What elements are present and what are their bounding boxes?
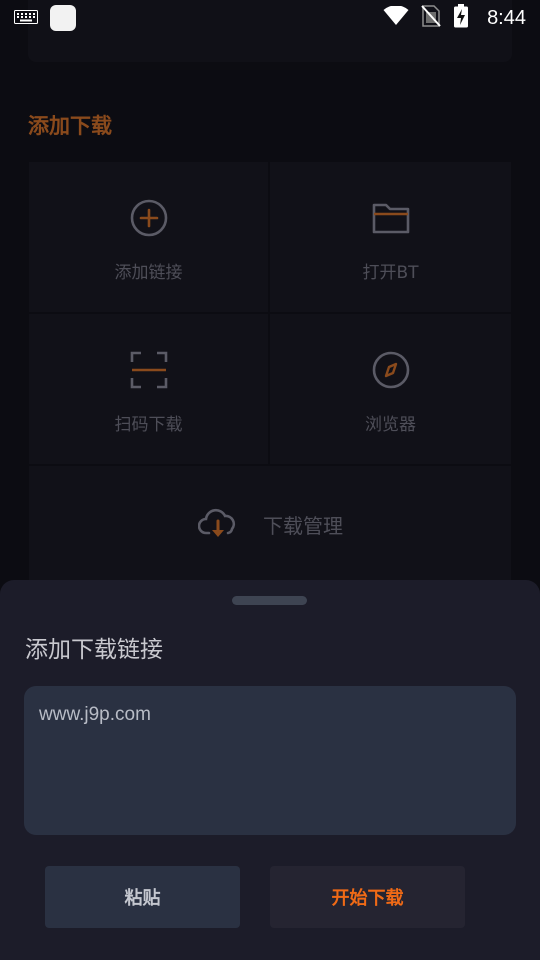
add-link-tile[interactable]: 添加链接 [29,162,268,312]
drag-handle[interactable] [232,596,307,605]
status-left [14,5,76,31]
screen: 添加下载 添加链接 打开BT 扫码下载 浏览器 下载管理 8:44 添加下载链接… [0,0,540,960]
download-manager-tile[interactable]: 下载管理 [29,466,511,582]
keyboard-icon [14,9,38,28]
wifi-icon [383,5,409,30]
scan-icon [127,348,171,392]
browser-label: 浏览器 [365,415,416,435]
browser-tile[interactable]: 浏览器 [270,314,511,464]
app-notification-icon [50,5,76,31]
folder-icon [369,196,413,240]
sheet-title: 添加下载链接 [25,637,163,663]
compass-icon [369,348,413,392]
section-title: 添加下载 [28,114,112,138]
url-input[interactable]: www.j9p.com [24,686,516,835]
scan-download-label: 扫码下载 [114,415,183,435]
paste-button[interactable]: 粘贴 [45,866,240,928]
status-bar: 8:44 [0,0,540,36]
action-grid: 添加链接 打开BT 扫码下载 浏览器 下载管理 [29,162,511,582]
download-manager-label: 下载管理 [263,513,343,538]
add-circle-icon [127,196,171,240]
add-link-sheet: 添加下载链接 www.j9p.com 粘贴 开始下载 [0,580,540,960]
add-link-label: 添加链接 [114,263,183,283]
status-right: 8:44 [383,4,526,32]
start-download-button[interactable]: 开始下载 [270,866,465,928]
battery-charging-icon [453,4,469,32]
cloud-download-icon [197,502,241,546]
no-sim-icon [421,5,441,31]
scan-download-tile[interactable]: 扫码下载 [29,314,268,464]
open-bt-tile[interactable]: 打开BT [270,162,511,312]
status-time: 8:44 [487,6,526,29]
open-bt-label: 打开BT [362,263,419,283]
